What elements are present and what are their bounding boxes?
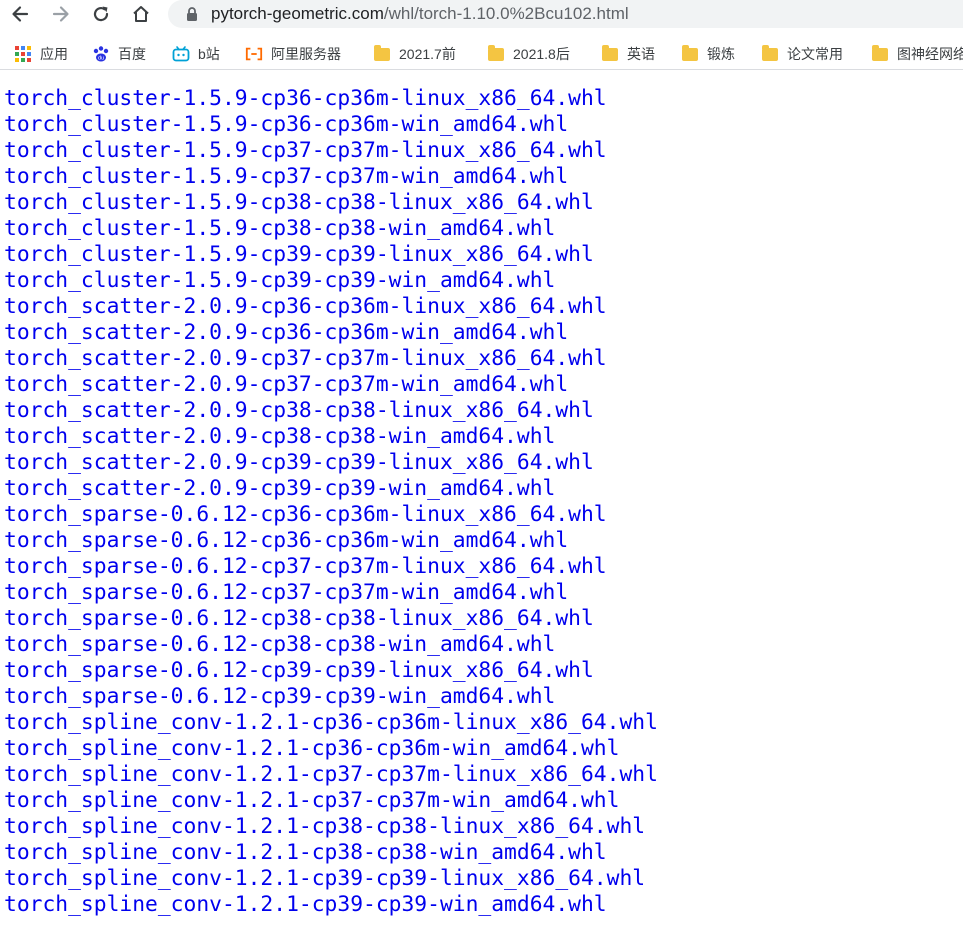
apps-grid-icon	[14, 45, 32, 63]
url-host: pytorch-geometric.com	[211, 4, 384, 23]
bookmark-label: 英语	[627, 46, 655, 62]
bookmark-label: 阿里服务器	[271, 46, 341, 62]
bookmark-label: 图神经网络	[897, 46, 963, 62]
url-text[interactable]: pytorch-geometric.com/whl/torch-1.10.0%2…	[211, 4, 629, 24]
wheel-file-link[interactable]: torch_spline_conv-1.2.1-cp37-cp37m-linux…	[4, 762, 658, 788]
bookmark-baidu[interactable]: du 百度	[92, 42, 146, 66]
wheel-file-link[interactable]: torch_cluster-1.5.9-cp37-cp37m-win_amd64…	[4, 164, 658, 190]
bookmarks-bar: 应用 du 百度 b站 阿里服务器 2021.7前 2021.8后 英语 锻炼 …	[0, 38, 963, 70]
folder-icon	[871, 44, 889, 63]
forward-arrow-icon	[52, 6, 69, 22]
bookmark-label: 论文常用	[787, 46, 843, 62]
wheel-file-link[interactable]: torch_scatter-2.0.9-cp36-cp36m-linux_x86…	[4, 294, 658, 320]
folder-icon	[681, 44, 699, 63]
bookmark-label: 2021.8后	[513, 46, 570, 62]
folder-icon	[761, 44, 779, 63]
wheel-file-link[interactable]: torch_sparse-0.6.12-cp36-cp36m-linux_x86…	[4, 502, 658, 528]
wheel-file-link[interactable]: torch_scatter-2.0.9-cp37-cp37m-linux_x86…	[4, 346, 658, 372]
wheel-file-link[interactable]: torch_sparse-0.6.12-cp39-cp39-linux_x86_…	[4, 658, 658, 684]
wheel-file-link[interactable]: torch_spline_conv-1.2.1-cp36-cp36m-win_a…	[4, 736, 658, 762]
folder-icon	[487, 44, 505, 63]
wheel-file-link[interactable]: torch_sparse-0.6.12-cp37-cp37m-linux_x86…	[4, 554, 658, 580]
bookmark-label: 应用	[40, 46, 68, 62]
wheel-file-link[interactable]: torch_sparse-0.6.12-cp36-cp36m-win_amd64…	[4, 528, 658, 554]
bookmark-label: 锻炼	[707, 46, 735, 62]
home-icon	[133, 6, 149, 22]
wheel-file-link[interactable]: torch_cluster-1.5.9-cp38-cp38-linux_x86_…	[4, 190, 658, 216]
wheel-file-link[interactable]: torch_sparse-0.6.12-cp38-cp38-linux_x86_…	[4, 606, 658, 632]
wheel-file-link[interactable]: torch_scatter-2.0.9-cp37-cp37m-win_amd64…	[4, 372, 658, 398]
wheel-file-link[interactable]: torch_spline_conv-1.2.1-cp39-cp39-linux_…	[4, 866, 658, 892]
bookmark-folder[interactable]: 图神经网络	[871, 42, 963, 66]
bookmark-folder[interactable]: 英语	[601, 42, 655, 66]
wheel-file-link[interactable]: torch_scatter-2.0.9-cp39-cp39-win_amd64.…	[4, 476, 658, 502]
wheel-file-link[interactable]: torch_sparse-0.6.12-cp39-cp39-win_amd64.…	[4, 684, 658, 710]
wheel-file-link[interactable]: torch_scatter-2.0.9-cp36-cp36m-win_amd64…	[4, 320, 658, 346]
wheel-link-list: torch_cluster-1.5.9-cp36-cp36m-linux_x86…	[4, 86, 658, 918]
forward-button[interactable]	[47, 1, 75, 27]
bookmark-label: 百度	[118, 46, 146, 62]
svg-text:du: du	[98, 56, 104, 62]
wheel-file-link[interactable]: torch_sparse-0.6.12-cp37-cp37m-win_amd64…	[4, 580, 658, 606]
reload-icon	[93, 6, 109, 22]
back-arrow-icon	[12, 6, 29, 22]
bookmark-folder[interactable]: 2021.7前	[373, 42, 456, 66]
wheel-file-link[interactable]: torch_scatter-2.0.9-cp38-cp38-win_amd64.…	[4, 424, 658, 450]
lock-icon[interactable]	[186, 7, 198, 22]
bookmark-folder[interactable]: 论文常用	[761, 42, 843, 66]
wheel-file-link[interactable]: torch_cluster-1.5.9-cp38-cp38-win_amd64.…	[4, 216, 658, 242]
folder-icon	[373, 44, 391, 63]
browser-toolbar: pytorch-geometric.com/whl/torch-1.10.0%2…	[0, 0, 963, 30]
wheel-file-link[interactable]: torch_scatter-2.0.9-cp39-cp39-linux_x86_…	[4, 450, 658, 476]
bookmark-apps[interactable]: 应用	[14, 42, 68, 66]
wheel-file-link[interactable]: torch_cluster-1.5.9-cp36-cp36m-win_amd64…	[4, 112, 658, 138]
wheel-file-link[interactable]: torch_cluster-1.5.9-cp39-cp39-win_amd64.…	[4, 268, 658, 294]
back-button[interactable]	[6, 1, 34, 27]
wheel-file-link[interactable]: torch_spline_conv-1.2.1-cp38-cp38-win_am…	[4, 840, 658, 866]
wheel-file-link[interactable]: torch_cluster-1.5.9-cp37-cp37m-linux_x86…	[4, 138, 658, 164]
bookmark-aliyun[interactable]: 阿里服务器	[245, 42, 341, 66]
wheel-file-link[interactable]: torch_spline_conv-1.2.1-cp38-cp38-linux_…	[4, 814, 658, 840]
bookmark-label: b站	[198, 46, 220, 62]
url-path: /whl/torch-1.10.0%2Bcu102.html	[383, 4, 629, 23]
wheel-file-link[interactable]: torch_sparse-0.6.12-cp38-cp38-win_amd64.…	[4, 632, 658, 658]
wheel-file-link[interactable]: torch_cluster-1.5.9-cp39-cp39-linux_x86_…	[4, 242, 658, 268]
bookmark-bilibili[interactable]: b站	[172, 42, 220, 66]
baidu-paw-icon: du	[92, 45, 110, 63]
bookmark-folder[interactable]: 2021.8后	[487, 42, 570, 66]
bookmark-folder[interactable]: 锻炼	[681, 42, 735, 66]
wheel-file-link[interactable]: torch_spline_conv-1.2.1-cp39-cp39-win_am…	[4, 892, 658, 918]
bilibili-tv-icon	[172, 45, 190, 63]
wheel-file-link[interactable]: torch_scatter-2.0.9-cp38-cp38-linux_x86_…	[4, 398, 658, 424]
home-button[interactable]	[127, 1, 155, 27]
folder-icon	[601, 44, 619, 63]
aliyun-icon	[245, 45, 263, 63]
bookmark-label: 2021.7前	[399, 46, 456, 62]
wheel-file-link[interactable]: torch_spline_conv-1.2.1-cp36-cp36m-linux…	[4, 710, 658, 736]
address-bar[interactable]: pytorch-geometric.com/whl/torch-1.10.0%2…	[168, 0, 963, 28]
wheel-file-link[interactable]: torch_cluster-1.5.9-cp36-cp36m-linux_x86…	[4, 86, 658, 112]
wheel-file-link[interactable]: torch_spline_conv-1.2.1-cp37-cp37m-win_a…	[4, 788, 658, 814]
reload-button[interactable]	[87, 1, 115, 27]
